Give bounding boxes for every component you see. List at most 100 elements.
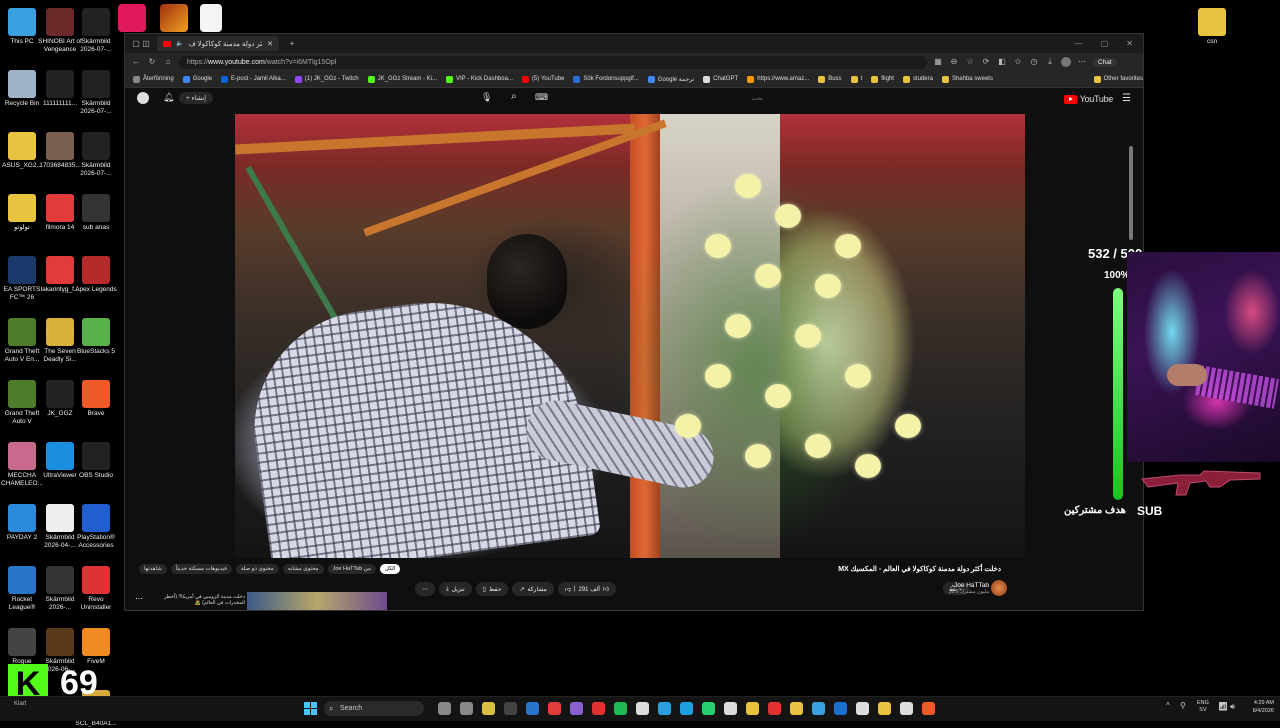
favorite-item[interactable]: JK_GGz Stream - Ki... (367, 75, 437, 83)
new-tab-icon[interactable]: + (287, 39, 297, 49)
desktop-icon[interactable]: PlayStation® Accessories (74, 504, 118, 549)
chip[interactable]: الكل (379, 564, 401, 574)
taskbar-app-icon[interactable] (460, 702, 473, 715)
bell-icon[interactable]: 🔔︎ (163, 92, 174, 103)
taskbar-app-icon[interactable] (702, 702, 715, 715)
extension-icon[interactable]: ⟳ (981, 57, 991, 67)
microphone-icon[interactable]: 🎙︎ (481, 92, 492, 103)
taskbar-app-icon[interactable] (878, 702, 891, 715)
favorite-item[interactable]: https://www.amaz... (747, 75, 809, 83)
tray-chevron-icon[interactable]: ^ (1166, 701, 1170, 710)
favorite-item[interactable]: studera (902, 75, 933, 83)
favorite-item[interactable]: Google ترجمة (647, 75, 694, 83)
taskbar-app-icon[interactable] (834, 702, 847, 715)
home-icon[interactable]: ⌂ (163, 57, 173, 67)
desktop-icon[interactable]: OBS Studio (74, 442, 118, 480)
downloads-icon[interactable]: ⤓ (1045, 57, 1055, 67)
search-input[interactable]: بحث (533, 93, 767, 105)
taskbar-app-icon[interactable] (570, 702, 583, 715)
taskbar-app-icon[interactable] (526, 702, 539, 715)
weather-widget[interactable]: Klart (14, 701, 26, 707)
taskbar-app-icon[interactable] (790, 702, 803, 715)
taskbar-app-icon[interactable] (548, 702, 561, 715)
tab-youtube[interactable]: 🔈 دخلت أكثر دولة مدمنة كوكاكولا ف ✕ (157, 36, 279, 51)
clock[interactable]: 4:29 AM 8/4/2026 (1253, 699, 1274, 715)
taskbar-app-icon[interactable] (812, 702, 825, 715)
tab-actions-icon[interactable]: ▢ (131, 39, 141, 49)
favorites-icon[interactable]: ✩ (1013, 57, 1023, 67)
like-dislike-button[interactable]: 👎︎ | 291 ألف 👍︎ (557, 582, 617, 596)
file-icon[interactable] (200, 4, 222, 32)
channel-avatar[interactable] (991, 580, 1007, 596)
refresh-icon[interactable]: ↻ (147, 57, 157, 67)
taskbar-app-icon[interactable] (482, 702, 495, 715)
game-icon[interactable] (160, 4, 188, 32)
taskbar-app-icon[interactable] (504, 702, 517, 715)
desktop-icon[interactable]: Brave (74, 380, 118, 418)
desktop-icon[interactable]: Skärmbild 2026-07-... (74, 132, 118, 177)
favorite-item[interactable]: t (850, 75, 862, 83)
favorite-item[interactable]: Sök Fordonsuppgif... (573, 75, 639, 83)
chip[interactable]: من Joe HaTTab (327, 564, 376, 574)
maximize-icon[interactable]: ▢ (1101, 39, 1109, 48)
more-icon[interactable]: ⋯ (1077, 57, 1087, 67)
more-actions-button[interactable]: ⋯ (415, 582, 435, 596)
back-icon[interactable]: ← (131, 57, 141, 67)
scrollbar[interactable] (1129, 146, 1133, 240)
minimize-icon[interactable]: — (1075, 39, 1083, 48)
taskbar-app-icon[interactable] (768, 702, 781, 715)
wifi-icon[interactable]: 📶︎ (1218, 702, 1228, 711)
desktop-icon-csn[interactable]: csn (1190, 8, 1234, 46)
favorite-item[interactable]: VIP - Kick Dashboa... (446, 75, 513, 83)
volume-icon[interactable]: 🔊︎ (1230, 702, 1235, 712)
chat-button[interactable]: Chat (1093, 57, 1117, 67)
history-icon[interactable]: ◷ (1029, 57, 1039, 67)
chip[interactable]: فيديوهات مسكتة حديثاً (170, 564, 232, 574)
recommendation-title[interactable]: دخلت مدينة الزومبي في أمريكا!! (أخطر الم… (155, 594, 245, 606)
collections-icon[interactable]: ◫ (141, 39, 151, 49)
taskbar-app-icon[interactable] (922, 702, 935, 715)
chip[interactable]: محتوى ذو صلة (235, 564, 279, 574)
split-icon[interactable]: ◧ (997, 57, 1007, 67)
desktop-icon[interactable]: Revo Uninstaller (74, 566, 118, 611)
desktop-icon[interactable]: Apex Legends (74, 256, 118, 294)
favorite-item[interactable]: Other favorites (1093, 75, 1143, 83)
taskbar-app-icon[interactable] (724, 702, 737, 715)
taskbar-search[interactable]: ⌕ Search (324, 701, 424, 716)
chip[interactable]: شاهدتها (139, 564, 167, 574)
favorite-item[interactable]: Buss (818, 75, 842, 83)
taskbar-app-icon[interactable] (856, 702, 869, 715)
dislike-icon[interactable]: 👎︎ (565, 585, 571, 593)
favorite-item[interactable]: Shahba sweets (941, 75, 993, 83)
favorite-star-icon[interactable]: ☆ (965, 57, 975, 67)
favorite-item[interactable]: ChatGPT (703, 75, 738, 83)
recommendation-thumbnail[interactable] (247, 592, 387, 610)
desktop-icon[interactable]: FiveM (74, 628, 118, 666)
favorite-item[interactable]: Återförining (133, 75, 174, 83)
close-tab-icon[interactable]: ✕ (267, 40, 273, 48)
favorite-item[interactable]: Google (182, 75, 212, 83)
favorite-item[interactable]: (1) JK_GGz - Twitch (294, 75, 359, 83)
taskbar-app-icon[interactable] (614, 702, 627, 715)
channel-info[interactable]: Joe HaTTab 20.9 مليون مشترك (949, 582, 989, 595)
favorite-item[interactable]: (5) YouTube (521, 75, 564, 83)
like-icon[interactable]: 👍︎ (603, 585, 609, 593)
zoom-icon[interactable]: ⊖ (949, 57, 959, 67)
taskbar-app-icon[interactable] (680, 702, 693, 715)
taskbar-app-icon[interactable] (592, 702, 605, 715)
tiktok-icon[interactable] (118, 4, 146, 32)
taskbar-app-icon[interactable] (900, 702, 913, 715)
desktop-icon[interactable]: Skärmbild 2026-07-... (74, 70, 118, 115)
desktop-icon[interactable]: sub anas (74, 194, 118, 232)
address-input[interactable]: https://www.youtube.com/watch?v=i6MTlg15… (179, 55, 927, 69)
taskbar-app-icon[interactable] (658, 702, 671, 715)
chip[interactable]: محتوى مشابه (282, 564, 324, 574)
favorite-item[interactable]: flight (871, 75, 894, 83)
avatar[interactable] (1061, 57, 1071, 67)
apps-icon[interactable]: ▦ (933, 57, 943, 67)
video-player[interactable] (235, 114, 1025, 558)
menu-icon[interactable]: ☰ (1122, 93, 1131, 104)
favorite-item[interactable]: E-post - Jamil Alka... (221, 75, 286, 83)
desktop-icon[interactable]: BlueStacks 5 (74, 318, 118, 356)
share-button[interactable]: ↗ مشاركة (512, 582, 554, 596)
